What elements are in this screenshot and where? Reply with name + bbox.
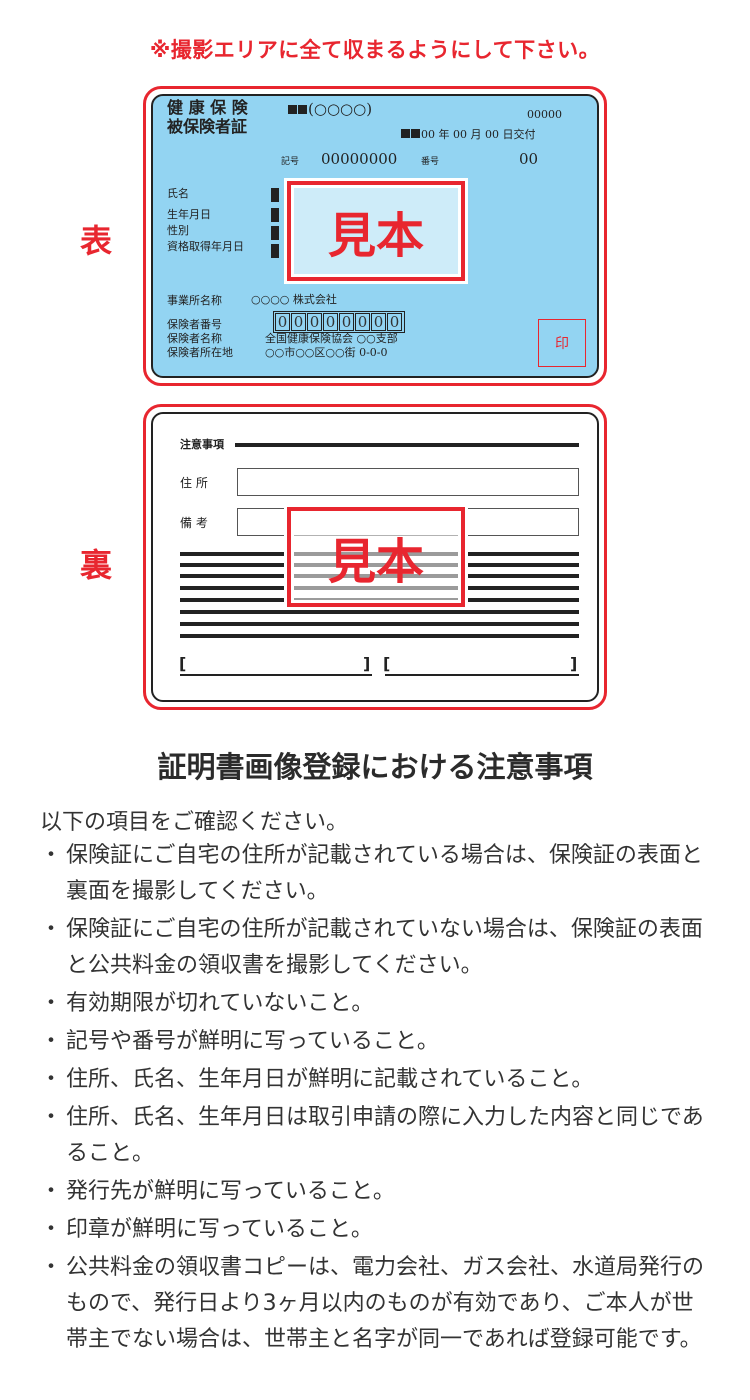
- card-back: 注意事項 住 所 備 考 [ ] [ ] 見本: [151, 412, 599, 702]
- capture-area-notice: ※撮影エリアに全て収まるようにして下さい。: [149, 38, 601, 62]
- sample-stamp: 見本: [287, 181, 465, 281]
- bracket-right-open: [: [383, 654, 391, 673]
- address-box: [237, 468, 579, 496]
- insurer-number-label: 保険者番号: [167, 318, 222, 331]
- bracket-right-close: ]: [570, 654, 578, 673]
- section-title: 証明書画像登録における注意事項: [157, 750, 593, 784]
- insurer-digit: 0: [339, 313, 354, 331]
- insurer-address-label: 保険者所在地: [167, 346, 233, 359]
- card-title: 健 康 保 険 被保険者証: [167, 98, 248, 136]
- list-item: 住所、氏名、生年月日が鮮明に記載されていること。: [40, 1062, 710, 1098]
- sample-stamp: 見本: [287, 507, 465, 607]
- bango-value: 00: [519, 150, 539, 168]
- list-item: 印章が鮮明に写っていること。: [40, 1212, 710, 1248]
- insurer-digit: 0: [291, 313, 306, 331]
- front-side-label: 表: [80, 222, 113, 260]
- kigo-label: 記号: [281, 157, 300, 167]
- list-item: 保険証にご自宅の住所が記載されている場合は、保険証の表面と裏面を撮影してください…: [40, 838, 710, 910]
- issue-date-text: 00 年 00 月 00 日交付: [421, 128, 536, 141]
- list-item: 公共料金の領収書コピーは、電力会社、ガス会社、水道局発行のもので、発行日より3ヶ…: [40, 1250, 710, 1358]
- text-line: [180, 610, 579, 614]
- insurer-digit: 0: [355, 313, 370, 331]
- birth-label: 生年月日: [167, 208, 211, 221]
- insurer-name-label: 保険者名称: [167, 332, 222, 345]
- sample-stamp-text: 見本: [327, 208, 424, 264]
- bracket-left-open: [: [179, 654, 187, 673]
- name-label: 氏名: [167, 187, 189, 200]
- card-front-frame: 健 康 保 険 被保険者証 (○○○○) 00000 00 年 00 月 00 …: [143, 86, 607, 386]
- remarks-label: 備 考: [180, 516, 208, 530]
- insurer-values: 全国健康保険協会 ○○支部 ○○市○○区○○街 0-0-0: [265, 332, 398, 360]
- list-item: 記号や番号が鮮明に写っていること。: [40, 1024, 710, 1060]
- personal-labels: 氏名 生年月日 性別 資格取得年月日: [167, 186, 244, 255]
- sample-stamp-text: 見本: [327, 534, 424, 590]
- redacted-block: [271, 208, 279, 222]
- redacted-block: [271, 226, 279, 240]
- address-label: 住 所: [180, 476, 208, 490]
- list-item: 発行先が鮮明に写っていること。: [40, 1174, 710, 1210]
- sex-label: 性別: [167, 224, 189, 237]
- insurer-digit: 0: [387, 313, 402, 331]
- card-back-frame: 注意事項 住 所 備 考 [ ] [ ] 見本: [143, 404, 607, 710]
- company-label: 事業所名称: [167, 294, 222, 307]
- back-side-label: 裏: [80, 546, 113, 584]
- insurer-number-boxes: 0 0 0 0 0 0 0 0: [273, 311, 405, 333]
- insurer-digit: 0: [323, 313, 338, 331]
- card-title-line1: 健 康 保 険: [167, 98, 248, 117]
- card-title-line2: 被保険者証: [167, 117, 248, 136]
- bango-label: 番号: [421, 157, 440, 167]
- redacted-block: [271, 188, 279, 202]
- text-line: [180, 634, 579, 638]
- insurer-labels: 保険者番号 保険者名称 保険者所在地: [167, 318, 233, 360]
- text-line: [180, 622, 579, 626]
- card-front: 健 康 保 険 被保険者証 (○○○○) 00000 00 年 00 月 00 …: [151, 94, 599, 378]
- insurer-name-value: 全国健康保険協会 ○○支部: [265, 332, 398, 345]
- insurer-digit: 0: [275, 313, 290, 331]
- list-item: 保険証にご自宅の住所が記載されていない場合は、保険証の表面と公共料金の領収書を撮…: [40, 912, 710, 984]
- intro-text: 以下の項目をご確認ください。: [40, 810, 349, 835]
- list-item: 有効期限が切れていないこと。: [40, 986, 710, 1022]
- company-value: ○○○○ 株式会社: [251, 293, 337, 306]
- insurer-address-value: ○○市○○区○○街 0-0-0: [265, 346, 388, 359]
- seal-stamp: 印: [538, 319, 586, 367]
- list-item: 住所、氏名、生年月日は取引申請の際に入力した内容と同じであること。: [40, 1100, 710, 1172]
- insurer-digit: 0: [307, 313, 322, 331]
- card-serial: 00000: [527, 108, 562, 121]
- insurer-header-text: (○○○○): [308, 100, 373, 118]
- notes-line: [235, 443, 579, 447]
- signature-line: [385, 674, 579, 676]
- insurer-header: (○○○○): [288, 100, 372, 118]
- notes-list: 保険証にご自宅の住所が記載されている場合は、保険証の表面と裏面を撮影してください…: [40, 838, 710, 1360]
- insurer-digit: 0: [371, 313, 386, 331]
- kigo-value: 00000000: [321, 150, 398, 168]
- bracket-left-close: ]: [363, 654, 371, 673]
- qualified-date-label: 資格取得年月日: [167, 240, 244, 253]
- redacted-block: [271, 244, 279, 258]
- issue-date: 00 年 00 月 00 日交付: [401, 126, 535, 142]
- signature-line: [180, 674, 372, 676]
- notes-label: 注意事項: [180, 438, 224, 451]
